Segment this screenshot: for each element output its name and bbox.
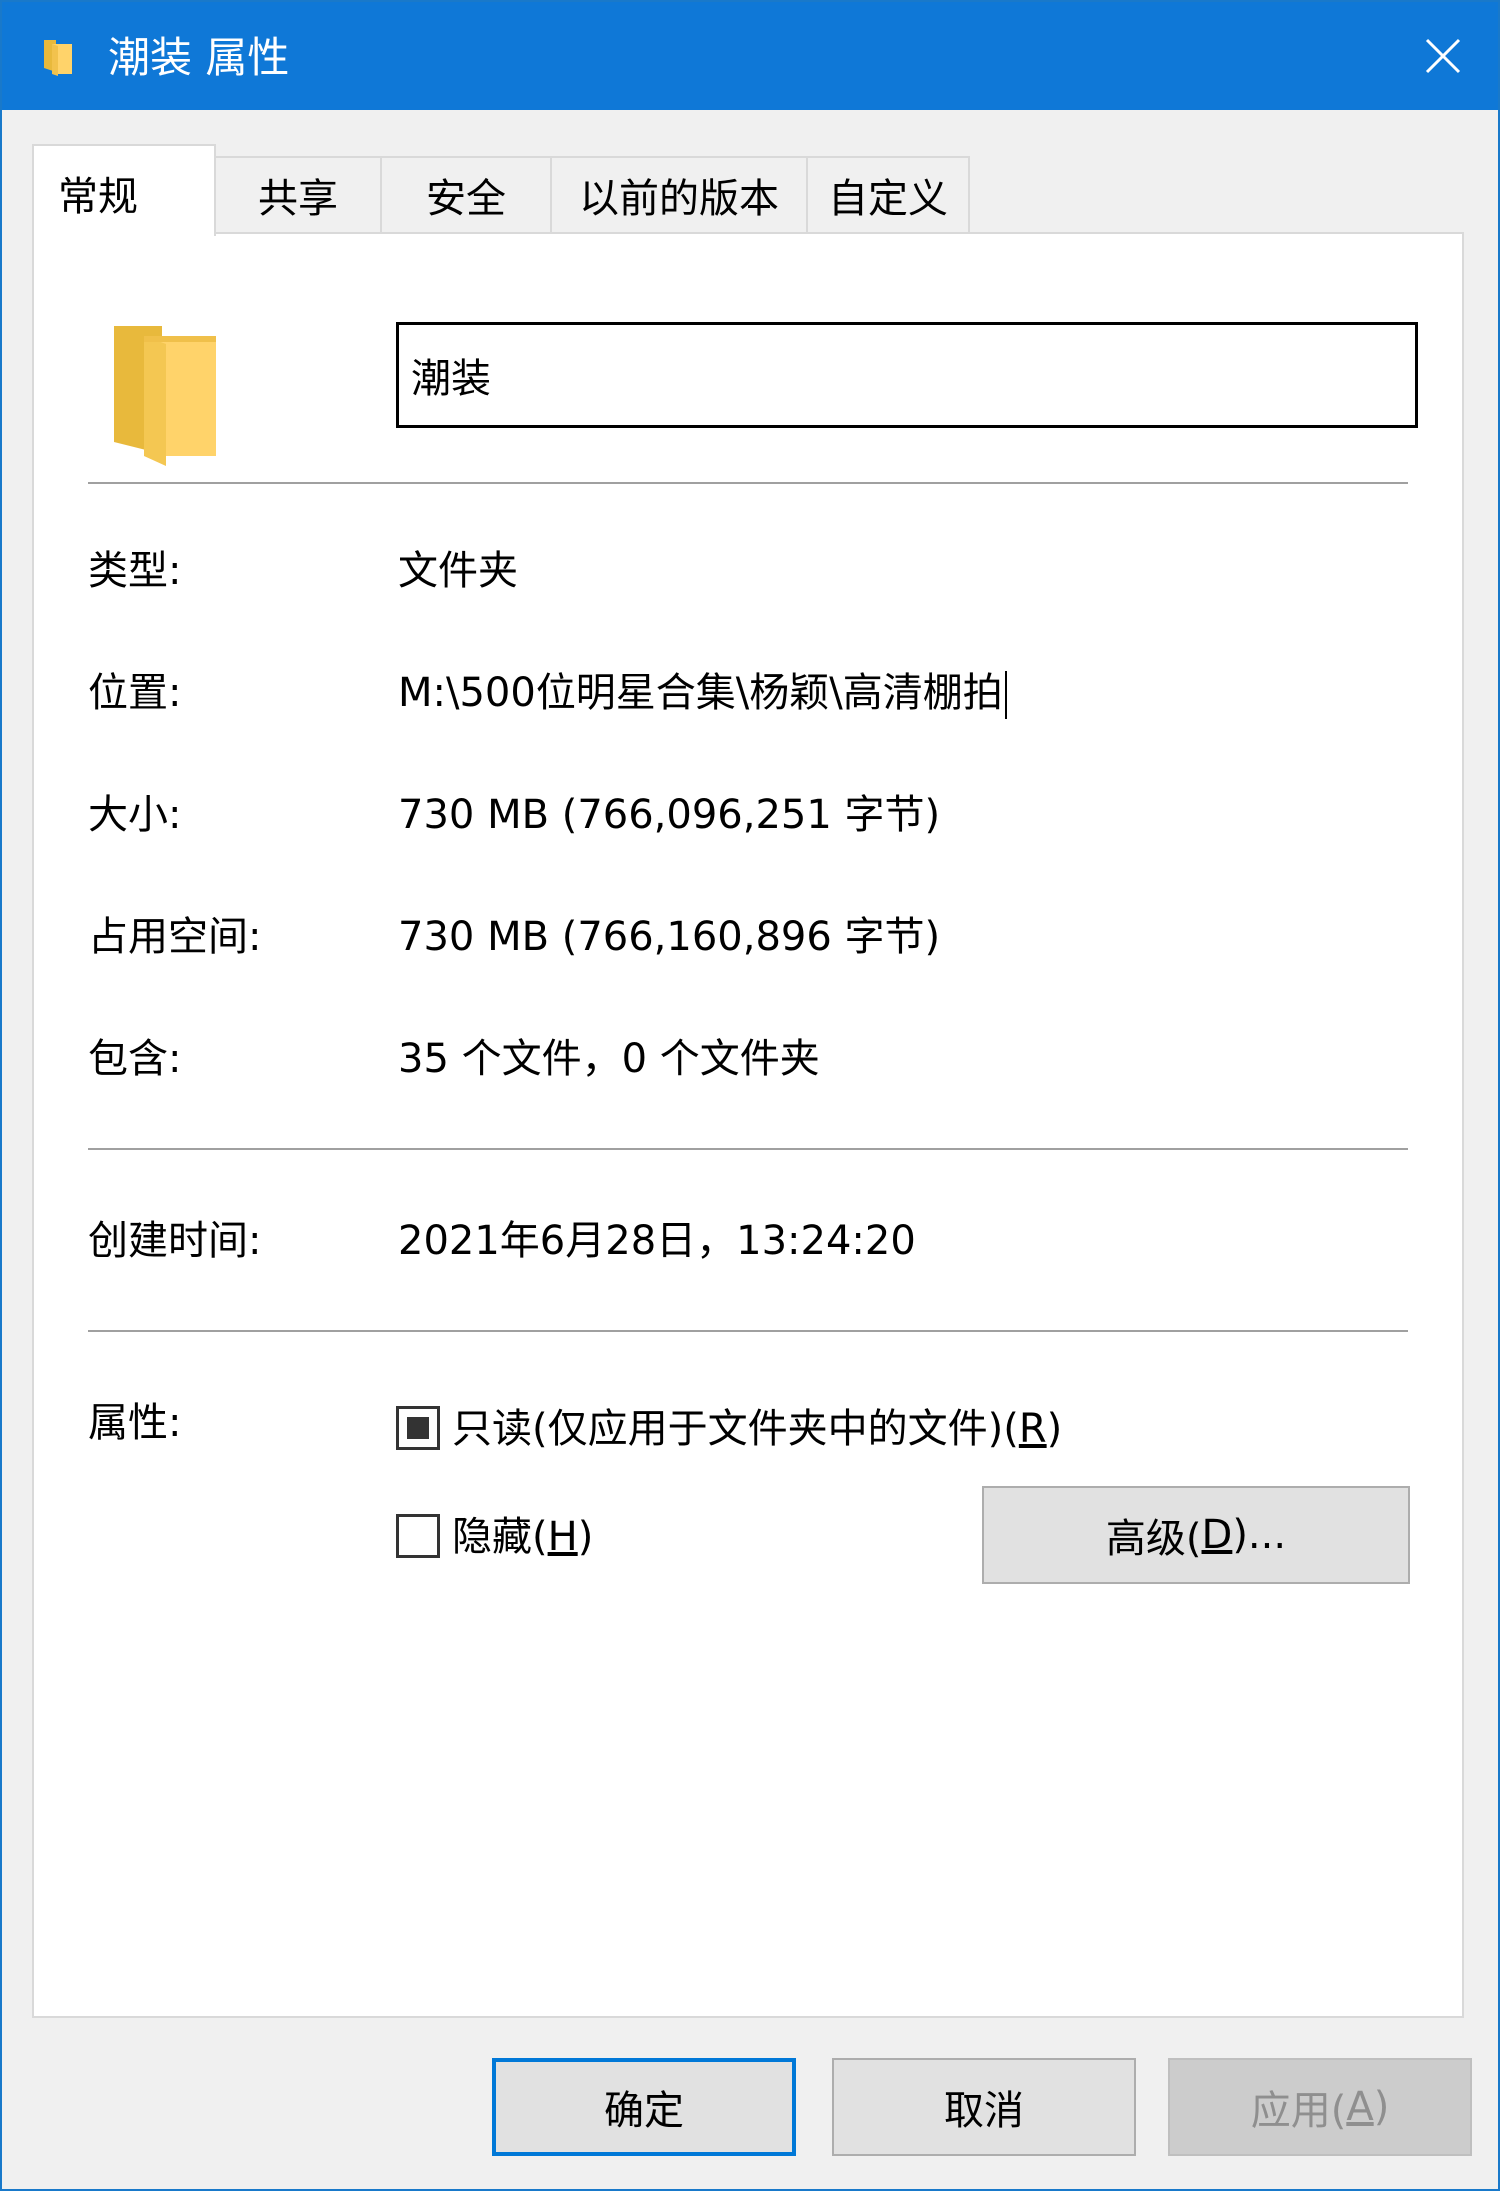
tab-sharing[interactable]: 共享 <box>214 156 382 232</box>
readonly-label-text: 只读(仅应用于文件夹中的文件)( <box>452 1406 1019 1452</box>
close-icon <box>1425 38 1461 74</box>
separator <box>88 1148 1408 1150</box>
ok-button[interactable]: 确定 <box>492 2058 796 2156</box>
readonly-label-suffix: ) <box>1046 1406 1063 1452</box>
advanced-label-text: 高级( <box>1105 1516 1202 1562</box>
hidden-label-suffix: ) <box>577 1514 594 1560</box>
folder-icon <box>44 40 72 76</box>
size-label: 大小: <box>88 792 182 838</box>
apply-label-text: 应用( <box>1250 2088 1347 2134</box>
size-on-disk-label: 占用空间: <box>88 914 262 960</box>
created-label: 创建时间: <box>88 1218 262 1264</box>
title-bar[interactable]: 潮装 属性 <box>2 2 1498 110</box>
separator <box>88 482 1408 484</box>
advanced-button[interactable]: 高级(D)... <box>982 1486 1410 1584</box>
advanced-label-suffix: )... <box>1232 1512 1287 1558</box>
tab-customize[interactable]: 自定义 <box>806 156 970 232</box>
text-caret <box>1004 671 1007 719</box>
general-panel: 类型: 文件夹 位置: M:\500位明星合集\杨颖\高清棚拍 大小: 730 … <box>32 232 1464 2018</box>
tab-security[interactable]: 安全 <box>380 156 552 232</box>
close-button[interactable] <box>1388 2 1498 110</box>
properties-window: 潮装 属性 常规 共享 安全 以前的版本 自定义 类型: 文件夹 位置: M:\… <box>0 0 1500 2191</box>
hidden-checkbox[interactable] <box>396 1514 440 1558</box>
apply-button[interactable]: 应用(A) <box>1168 2058 1472 2156</box>
location-label: 位置: <box>88 670 182 716</box>
cancel-button[interactable]: 取消 <box>832 2058 1136 2156</box>
size-value: 730 MB (766,096,251 字节) <box>398 792 941 838</box>
type-label: 类型: <box>88 548 182 594</box>
advanced-accesskey: D <box>1201 1512 1233 1558</box>
hidden-label-text: 隐藏( <box>452 1514 548 1560</box>
apply-accesskey: A <box>1346 2084 1374 2130</box>
window-title: 潮装 属性 <box>108 33 290 82</box>
type-value: 文件夹 <box>398 548 518 594</box>
folder-name-input[interactable] <box>396 322 1418 428</box>
hidden-label[interactable]: 隐藏(H) <box>452 1512 593 1562</box>
created-value: 2021年6月28日，13:24:20 <box>398 1218 916 1264</box>
tab-previous-versions[interactable]: 以前的版本 <box>550 156 808 232</box>
folder-icon <box>114 326 216 466</box>
readonly-label[interactable]: 只读(仅应用于文件夹中的文件)(R) <box>452 1404 1062 1454</box>
size-on-disk-value: 730 MB (766,160,896 字节) <box>398 914 941 960</box>
contains-value: 35 个文件，0 个文件夹 <box>398 1036 820 1082</box>
tab-general[interactable]: 常规 <box>32 144 216 236</box>
attributes-label: 属性: <box>88 1400 182 1446</box>
hidden-accesskey: H <box>547 1514 578 1560</box>
apply-label-suffix: ) <box>1373 2084 1390 2130</box>
location-value[interactable]: M:\500位明星合集\杨颖\高清棚拍 <box>398 668 1007 719</box>
contains-label: 包含: <box>88 1036 182 1082</box>
readonly-accesskey: R <box>1018 1406 1047 1452</box>
readonly-checkbox[interactable] <box>396 1406 440 1450</box>
location-text: M:\500位明星合集\杨颖\高清棚拍 <box>398 670 1003 716</box>
separator <box>88 1330 1408 1332</box>
